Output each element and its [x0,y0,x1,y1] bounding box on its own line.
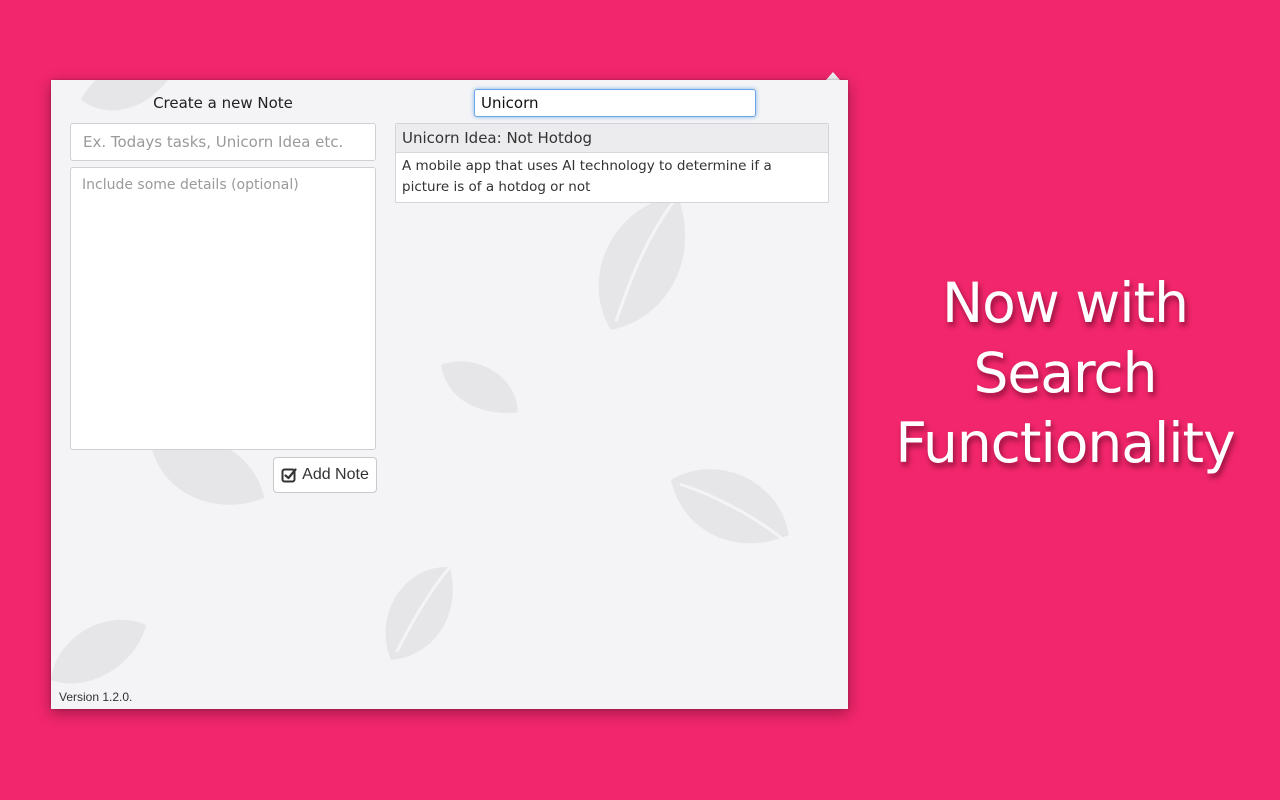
note-details-textarea[interactable] [70,167,376,450]
tagline-line: Functionality [895,411,1235,475]
note-title-input[interactable] [70,123,376,161]
notes-popup: Create a new Note Add Note Unicorn Idea:… [51,80,848,709]
search-input[interactable] [474,89,756,117]
add-note-label: Add Note [302,466,369,483]
add-note-button[interactable]: Add Note [273,457,377,493]
leaf-decoration [51,619,147,684]
version-label: Version 1.2.0. [59,690,133,704]
promo-tagline: Now with Search Functionality [880,268,1250,478]
create-note-heading: Create a new Note [153,94,293,112]
note-result-body: A mobile app that uses AI technology to … [402,158,772,195]
note-result-title: Unicorn Idea: Not Hotdog [396,124,828,153]
checkbox-icon [281,468,297,483]
note-result-card[interactable]: Unicorn Idea: Not Hotdog A mobile app th… [395,123,829,203]
leaf-decoration [385,566,453,660]
tagline-line: Now with [942,271,1189,335]
tagline-line: Search [973,341,1158,405]
popup-notch [826,72,840,80]
leaf-decoration [441,361,518,413]
leaf-decoration [671,469,795,550]
